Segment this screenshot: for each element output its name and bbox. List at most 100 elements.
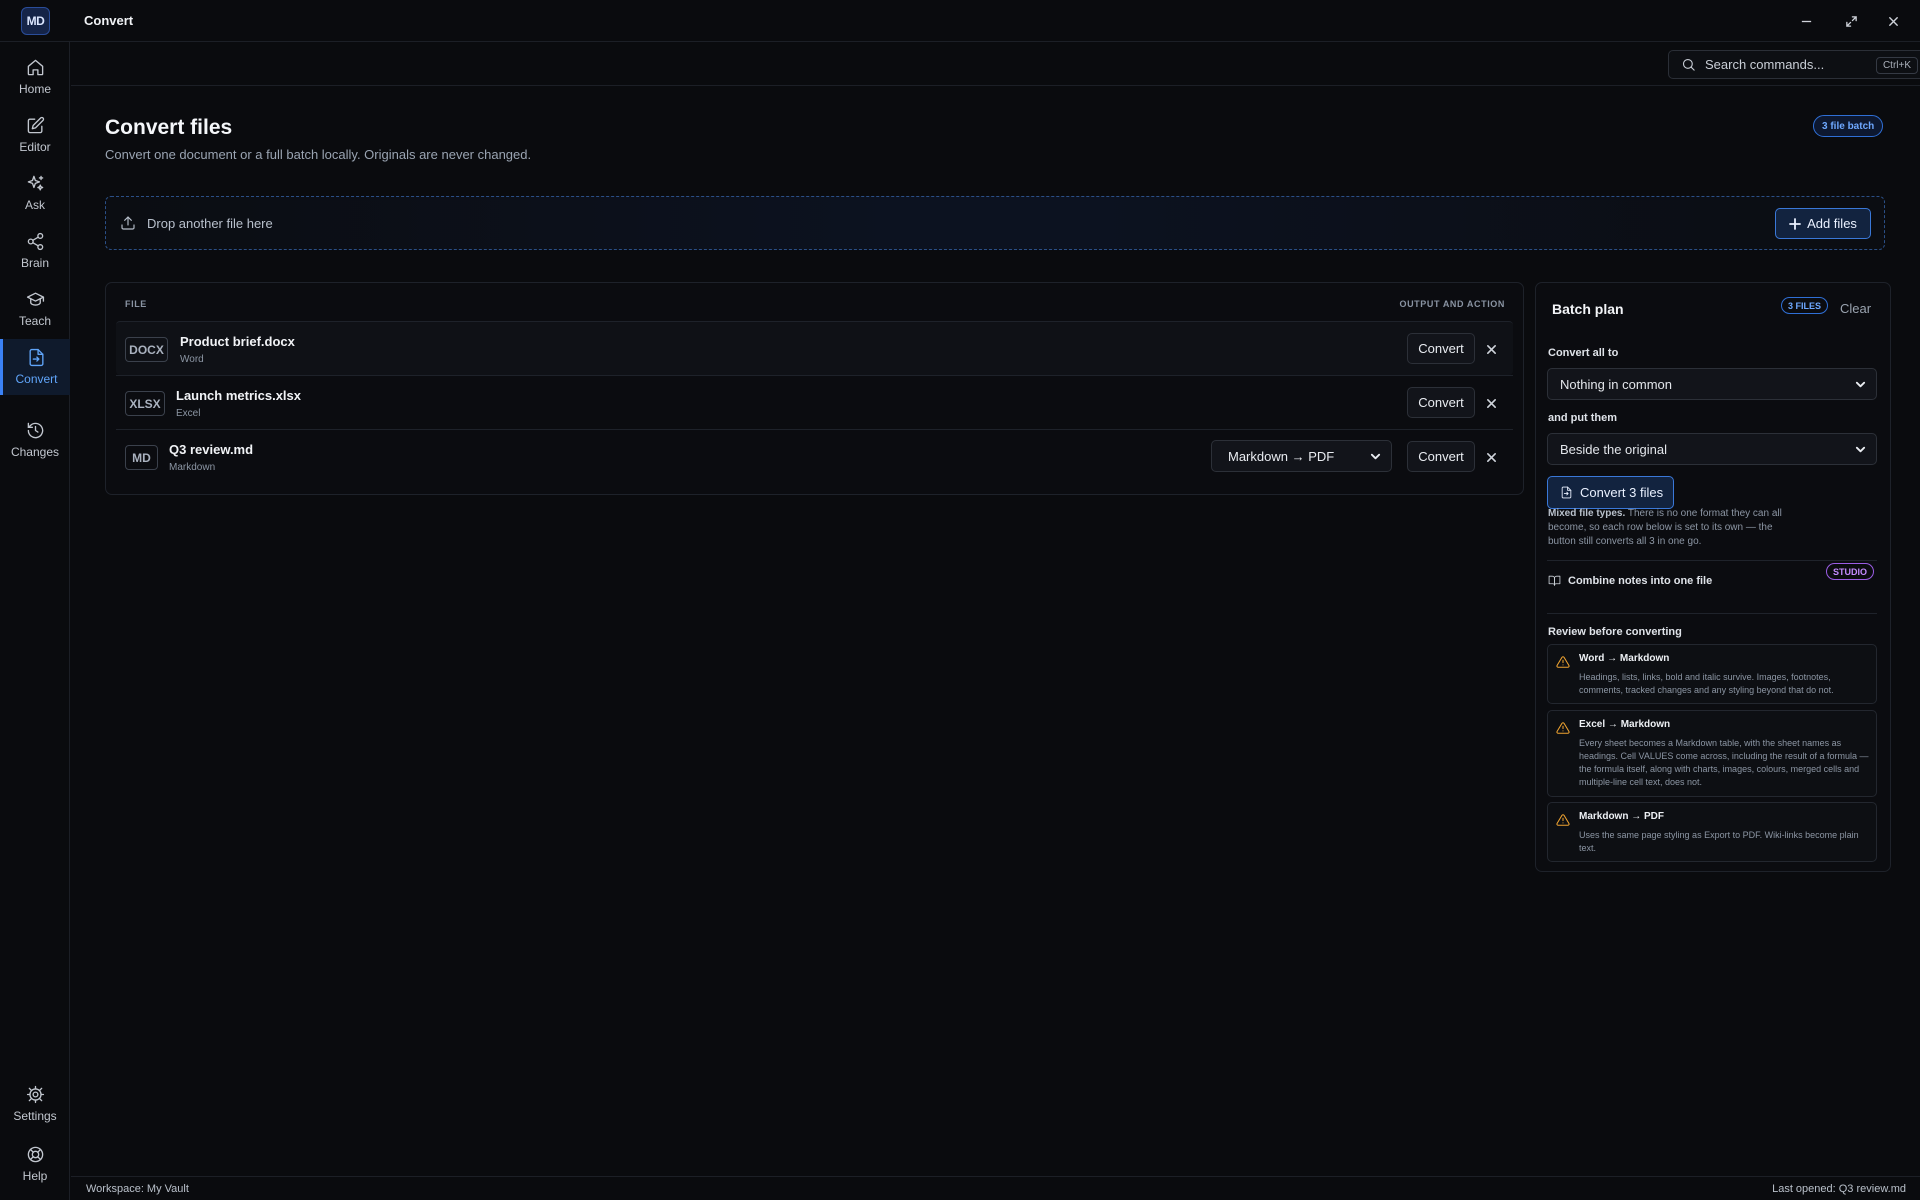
convert-button[interactable]: Convert [1407, 387, 1475, 418]
warning-icon [1556, 656, 1570, 668]
destination-label: and put them [1548, 412, 1618, 424]
drop-zone[interactable]: Drop another file here Add files [105, 196, 1885, 250]
minimize-icon [1801, 20, 1811, 22]
sidebar-item-help[interactable]: Help [0, 1136, 70, 1192]
review-card-title: Word → Markdown [1579, 653, 1670, 664]
convert-all-select[interactable]: Nothing in common [1547, 368, 1877, 400]
table-row: XLSX Launch metrics.xlsx Excel Convert [116, 375, 1513, 429]
convert-all-value: Nothing in common [1560, 376, 1672, 392]
sidebar-item-ask[interactable]: Ask [0, 165, 70, 221]
mixed-types-title: Mixed file types. [1548, 508, 1626, 519]
review-card-body: Uses the same page styling as Export to … [1579, 830, 1859, 853]
remove-file-button[interactable] [1482, 340, 1500, 358]
review-card: Word → Markdown Headings, lists, links, … [1547, 644, 1877, 704]
gear-icon [26, 1085, 44, 1104]
upload-icon [121, 216, 135, 230]
convert-all-label: Convert 3 files [1580, 485, 1664, 500]
divider [1547, 613, 1877, 614]
close-icon [1486, 452, 1496, 462]
add-files-button[interactable]: Add files [1775, 208, 1871, 239]
maximize-button[interactable] [1838, 9, 1864, 33]
file-name: Launch metrics.xlsx [176, 388, 301, 403]
batch-plan-title: Batch plan [1552, 301, 1624, 317]
combine-notes-label: Combine notes into one file [1568, 574, 1713, 587]
app-logo: MD [21, 7, 50, 35]
convert-button[interactable]: Convert [1407, 333, 1475, 364]
window-title: Convert [84, 13, 134, 28]
sidebar-item-label: Help [22, 1169, 48, 1183]
file-type-badge: MD [125, 445, 158, 470]
mixed-types-note: Mixed file types. There is no one format… [1548, 507, 1788, 549]
clear-button[interactable]: Clear [1840, 301, 1871, 316]
sidebar: Home Editor Ask Brain Teach Convert Chan… [0, 42, 70, 1200]
convert-button[interactable]: Convert [1407, 441, 1475, 472]
close-icon [1888, 16, 1898, 26]
command-search[interactable]: Search commands... Ctrl+K [1668, 50, 1920, 79]
sidebar-item-label: Ask [24, 198, 45, 212]
warning-icon [1556, 722, 1570, 734]
sidebar-item-label: Editor [19, 140, 51, 154]
output-format-select[interactable]: Markdown → PDF [1211, 440, 1392, 472]
graduation-cap-icon [26, 292, 44, 306]
book-open-icon [1548, 575, 1561, 586]
close-icon [1486, 344, 1496, 354]
add-files-label: Add files [1807, 216, 1857, 231]
remove-file-button[interactable] [1482, 394, 1500, 412]
minimize-button[interactable] [1793, 9, 1819, 33]
chevron-down-icon [1855, 446, 1866, 453]
search-icon [1682, 58, 1695, 71]
review-card-body: Every sheet becomes a Markdown table, wi… [1579, 738, 1869, 787]
search-shortcut: Ctrl+K [1875, 57, 1918, 74]
review-card-title: Excel → Markdown [1579, 719, 1671, 730]
review-card: Markdown → PDF Uses the same page stylin… [1547, 802, 1877, 862]
destination-select[interactable]: Beside the original [1547, 433, 1877, 465]
files-count-badge: 3 FILES [1781, 297, 1829, 314]
sidebar-item-convert[interactable]: Convert [0, 339, 70, 395]
file-convert-icon [29, 348, 44, 367]
sidebar-item-label: Teach [18, 314, 52, 328]
workspace-status: Workspace: My Vault [86, 1183, 189, 1195]
sidebar-item-label: Brain [20, 256, 49, 270]
sidebar-item-label: Changes [10, 445, 60, 459]
studio-badge: STUDIO [1826, 563, 1875, 580]
remove-file-button[interactable] [1482, 448, 1500, 466]
sidebar-item-label: Settings [13, 1109, 57, 1123]
file-table: FILE OUTPUT AND ACTION DOCX Product brie… [105, 282, 1524, 495]
column-header-file: FILE [125, 299, 147, 309]
plus-icon [1789, 217, 1801, 230]
file-type-badge: DOCX [125, 337, 168, 362]
warning-icon [1556, 814, 1570, 826]
convert-all-label: Convert all to [1548, 347, 1619, 359]
sidebar-item-brain[interactable]: Brain [0, 223, 70, 279]
top-toolbar: Search commands... Ctrl+K [71, 42, 1920, 86]
page-subtitle: Convert one document or a full batch loc… [105, 147, 532, 162]
batch-plan-panel: Batch plan 3 FILES Clear Convert all to … [1535, 282, 1891, 872]
sidebar-item-label: Home [18, 82, 51, 96]
close-window-button[interactable] [1880, 9, 1906, 33]
convert-all-button[interactable]: Convert 3 files [1547, 476, 1674, 509]
status-bar: Workspace: My Vault Last opened: Q3 revi… [71, 1176, 1920, 1200]
home-icon [27, 59, 43, 76]
sidebar-item-settings[interactable]: Settings [0, 1076, 70, 1132]
sidebar-item-label: Convert [15, 372, 58, 386]
page-title: Convert files [105, 116, 233, 139]
review-heading: Review before converting [1548, 626, 1682, 638]
batch-badge: 3 file batch [1813, 115, 1884, 137]
sidebar-item-teach[interactable]: Teach [0, 281, 70, 337]
sidebar-item-editor[interactable]: Editor [0, 107, 70, 163]
sidebar-item-changes[interactable]: Changes [0, 412, 70, 468]
table-row: MD Q3 review.md Markdown Markdown → PDF … [116, 429, 1513, 483]
edit-icon [27, 116, 44, 134]
file-type: Excel [176, 408, 201, 419]
sidebar-item-home[interactable]: Home [0, 49, 70, 105]
column-header-output: OUTPUT AND ACTION [1399, 299, 1505, 309]
search-placeholder: Search commands... [1705, 57, 1825, 72]
review-card-title: Markdown → PDF [1579, 811, 1665, 822]
expand-icon [1845, 15, 1857, 27]
lifebuoy-icon [27, 1146, 43, 1163]
file-convert-icon [1561, 486, 1572, 499]
combine-notes-option[interactable]: Combine notes into one file [1548, 574, 1712, 587]
history-icon [27, 422, 43, 439]
destination-value: Beside the original [1560, 441, 1667, 457]
share-nodes-icon [27, 232, 43, 251]
